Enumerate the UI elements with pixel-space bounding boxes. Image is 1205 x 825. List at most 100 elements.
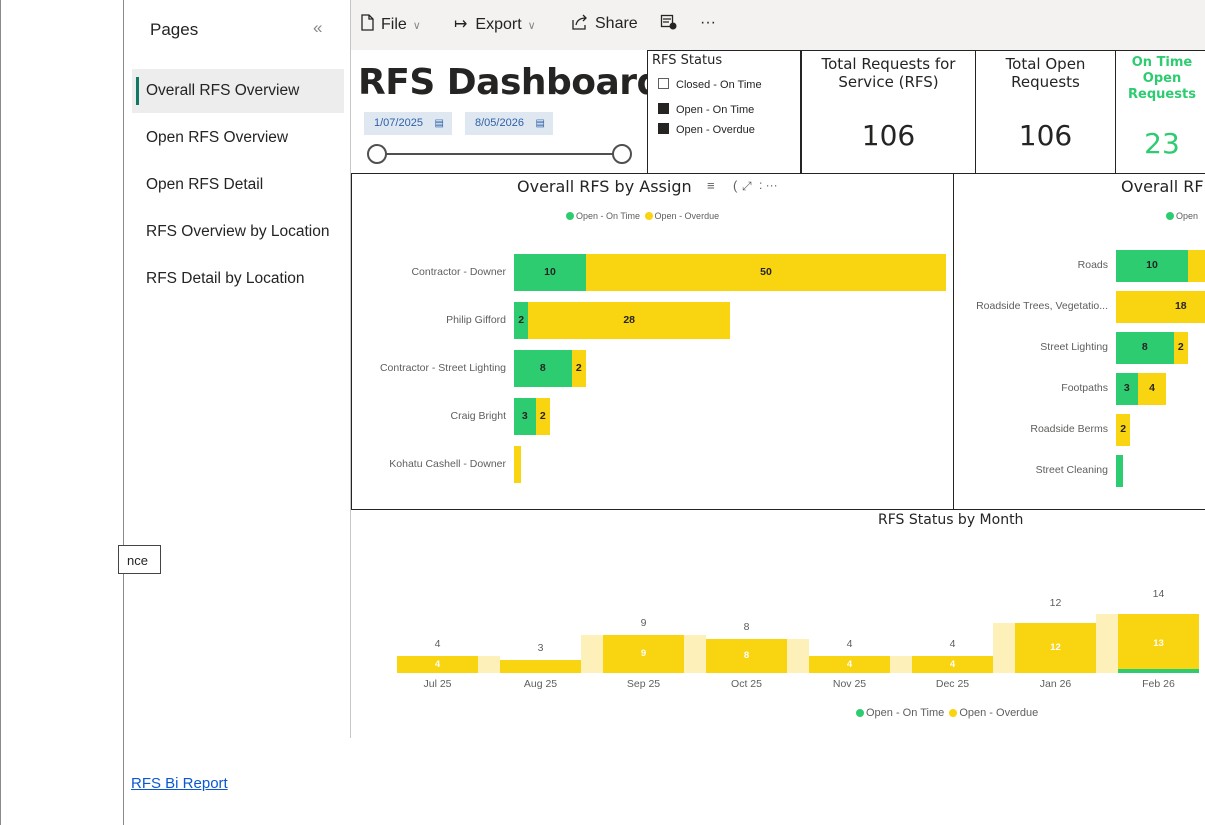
- export-menu[interactable]: ↦ Export ∨: [454, 14, 536, 34]
- date-range-slider[interactable]: [376, 153, 623, 155]
- date-to-picker[interactable]: 8/05/2026 ▤: [465, 112, 553, 135]
- comment-button[interactable]: [660, 14, 678, 34]
- date-to-value: 8/05/2026: [475, 117, 524, 129]
- nav-page-item[interactable]: Open RFS Detail: [132, 163, 344, 207]
- data-label: 3: [521, 409, 528, 422]
- legend-item[interactable]: Open - On Time: [866, 707, 944, 719]
- data-label: 3: [1123, 382, 1130, 394]
- total-label: 12: [1049, 596, 1062, 609]
- rfs-status-title: RFS Status: [652, 53, 723, 68]
- chevron-down-icon: ∨: [412, 20, 421, 32]
- bar-segment-overdue[interactable]: [514, 446, 522, 483]
- total-label: 4: [434, 638, 441, 651]
- total-label: 9: [640, 617, 647, 630]
- month-label: Aug 25: [523, 678, 558, 690]
- bar-segment-on-time[interactable]: [1118, 668, 1199, 673]
- checkbox-icon: [658, 78, 669, 89]
- legend-dot-icon: [949, 709, 958, 717]
- data-label: 4: [434, 658, 441, 670]
- slicer-option-label: Open - On Time: [676, 104, 755, 116]
- data-label: 9: [640, 648, 647, 660]
- slicer-option-open-overdue[interactable]: Open - Overdue: [658, 123, 755, 136]
- double-chevron-left-icon[interactable]: «: [313, 18, 322, 38]
- data-label: 8: [539, 361, 546, 374]
- ribbon-connector: [890, 656, 912, 673]
- nav-page-item[interactable]: RFS Overview by Location: [132, 210, 344, 254]
- bar-segment-on-time[interactable]: [1116, 455, 1124, 487]
- pages-pane-title: Pages: [150, 20, 199, 39]
- slicer-option-open-on-time[interactable]: Open - On Time: [658, 103, 754, 116]
- data-label: 2: [1120, 423, 1127, 435]
- data-label: 8: [1141, 341, 1148, 353]
- checkbox-icon: [658, 103, 669, 114]
- ribbon-connector: [478, 656, 500, 673]
- date-from-picker[interactable]: 1/07/2025 ▤: [364, 112, 452, 135]
- month-label: Nov 25: [832, 678, 867, 690]
- data-label: 40: [1188, 259, 1205, 271]
- slicer-option-closed-on-time[interactable]: Closed - On Time: [658, 78, 762, 91]
- date-from-value: 1/07/2025: [374, 117, 423, 129]
- category-label: Kohatu Cashell - Downer: [389, 457, 506, 470]
- ribbon-connector: [787, 639, 809, 673]
- report-canvas: File ∨ ↦ Export ∨ Share ··· RFS Dashboard 1…: [351, 0, 1205, 738]
- nav-page-item[interactable]: RFS Detail by Location: [132, 257, 344, 301]
- nav-page-item[interactable]: Open RFS Overview: [132, 116, 344, 160]
- data-label: 18: [1174, 300, 1187, 312]
- slider-start-handle[interactable]: [367, 144, 387, 164]
- kpi-label: Total Requests for Service (RFS): [821, 55, 956, 91]
- dashboard-title: RFS Dashboard: [358, 62, 662, 103]
- chart-plot-area: 4 4 Jul 25 3 Aug 25 9 9 Sep 25 8 8 Oct 25 4 4 Nov 25 4…: [351, 510, 1205, 738]
- data-label: 8: [743, 650, 750, 662]
- month-label: Feb 26: [1142, 678, 1175, 690]
- category-label: Street Lighting: [1040, 341, 1108, 353]
- export-menu-label: Export: [475, 16, 522, 33]
- total-label: 8: [743, 621, 750, 634]
- data-label: 12: [1050, 641, 1061, 653]
- share-button[interactable]: Share: [571, 14, 638, 33]
- data-label: 2: [1177, 341, 1184, 353]
- month-label: Jul 25: [423, 678, 452, 690]
- calendar-icon: ▤: [535, 118, 545, 129]
- data-label: 2: [575, 361, 582, 374]
- total-label: 4: [949, 638, 956, 651]
- pane-divider: [123, 0, 124, 825]
- kpi-label: Total Open Requests: [1005, 55, 1086, 91]
- month-label: Jan 26: [1039, 678, 1072, 690]
- data-label: 10: [1146, 259, 1158, 271]
- bar-segment-overdue[interactable]: [500, 660, 581, 673]
- more-options-button[interactable]: ···: [700, 14, 716, 32]
- category-label: Contractor - Downer: [411, 265, 506, 278]
- rfs-bi-report-link[interactable]: RFS Bi Report: [131, 775, 228, 792]
- total-label: 14: [1152, 588, 1165, 601]
- category-label: Craig Bright: [450, 409, 506, 422]
- data-label: 10: [544, 265, 556, 278]
- kpi-value: 23: [1144, 127, 1180, 160]
- checkbox-icon: [658, 123, 669, 134]
- kpi-total-open: Total Open Requests 106: [975, 50, 1116, 174]
- partial-textbox: nce: [118, 545, 161, 574]
- total-label: 4: [846, 638, 853, 651]
- category-label: Footpaths: [1061, 382, 1108, 394]
- slicer-option-label: Closed - On Time: [676, 79, 762, 91]
- file-menu-label: File: [381, 16, 407, 33]
- chart-plot-area: Contractor - Downer 10 50 Philip Gifford 2 28…: [352, 174, 955, 511]
- month-label: Sep 25: [626, 678, 661, 690]
- file-menu[interactable]: File ∨: [360, 14, 421, 34]
- legend-item[interactable]: Open - Overdue: [959, 707, 1038, 719]
- comment-icon: [660, 14, 677, 30]
- file-icon: [361, 14, 374, 31]
- kpi-total-requests: Total Requests for Service (RFS) 106: [801, 50, 976, 174]
- data-label: 50: [760, 265, 772, 278]
- chart-rfs-by-assignee: Overall RFS by Assign ≡ ( ⤢ : ··· Open -…: [351, 173, 954, 510]
- data-label: 2: [518, 313, 525, 326]
- share-button-label: Share: [595, 15, 638, 32]
- export-arrow-icon: ↦: [454, 16, 468, 33]
- total-label: 3: [537, 642, 544, 655]
- slicer-option-label: Open - Overdue: [676, 124, 755, 136]
- data-label: 4: [846, 658, 853, 670]
- slider-end-handle[interactable]: [612, 144, 632, 164]
- chart-rfs-by-category: Overall RF Open Roads1040Roadside Trees,…: [953, 173, 1205, 510]
- chart-plot-area: Roads 10 40 Roadside Trees, Vegetatio... 18 S…: [954, 174, 1205, 511]
- data-label: 2: [539, 409, 546, 422]
- nav-page-item[interactable]: Overall RFS Overview: [132, 69, 344, 113]
